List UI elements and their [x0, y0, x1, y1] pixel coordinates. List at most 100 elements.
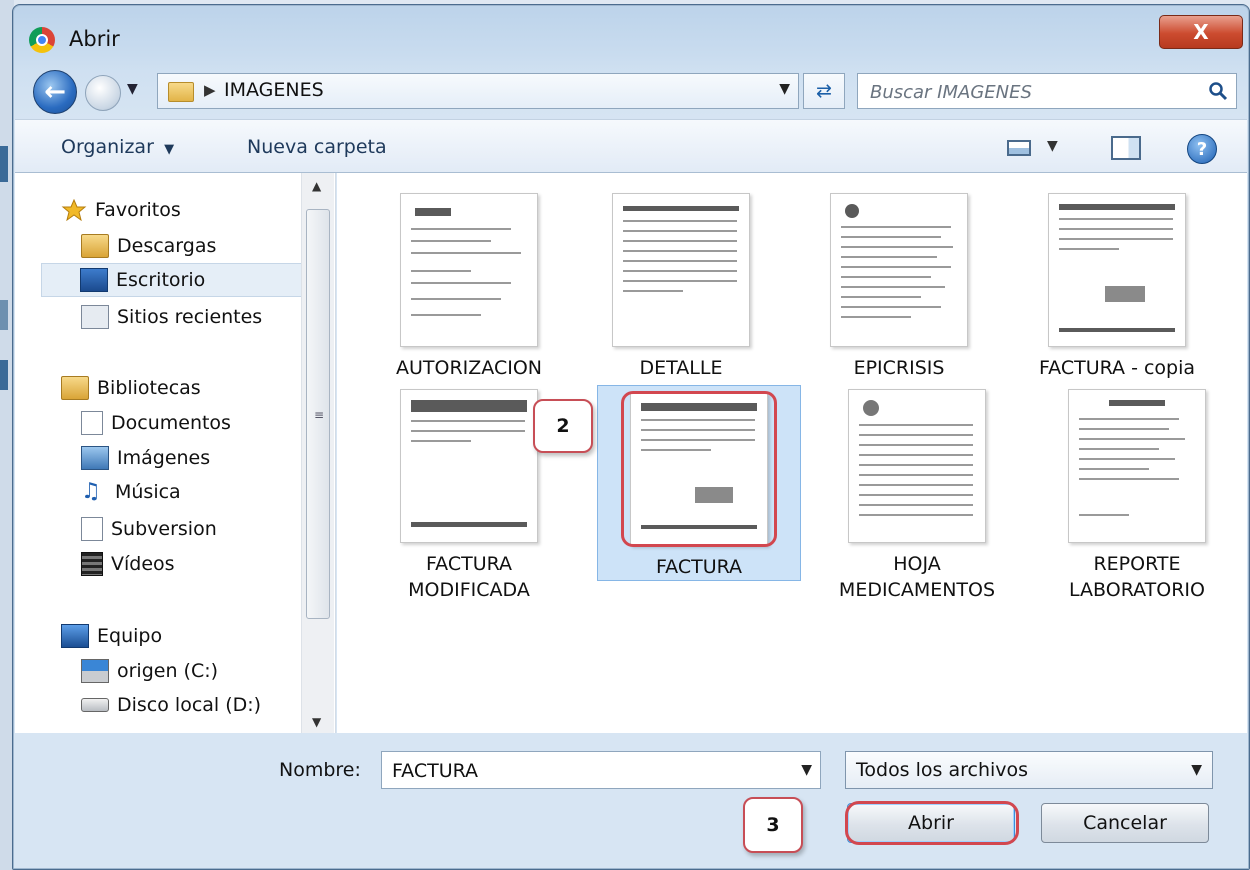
back-arrow-icon: ← — [44, 77, 66, 107]
step-callout-2: 2 — [533, 399, 593, 453]
sidebar-item-label: Vídeos — [111, 553, 175, 575]
cancel-button[interactable]: Cancelar — [1041, 803, 1209, 843]
organize-label: Organizar — [61, 136, 154, 158]
sidebar-item-drive-c[interactable]: origen (C:) — [81, 659, 218, 683]
forward-button[interactable] — [85, 75, 121, 111]
change-view-icon[interactable] — [1007, 140, 1031, 156]
libraries-icon — [61, 376, 89, 400]
file-name-line: FACTURA — [425, 553, 513, 575]
sidebar-item-descargas[interactable]: Descargas — [81, 234, 216, 258]
title-bar: Abrir X — [13, 5, 1249, 65]
file-item-reporte-laboratorio[interactable]: REPORTE LABORATORIO — [1037, 389, 1237, 603]
sidebar-item-label: Subversion — [111, 518, 217, 540]
highlight-ring — [621, 391, 777, 547]
computer-icon — [61, 624, 89, 648]
open-file-dialog: Abrir X ← ▼ ▶ IMAGENES ▼ ⇄ Organizar ▼ — [12, 4, 1250, 870]
close-button[interactable]: X — [1159, 15, 1243, 49]
file-name: FACTURA - copia — [1038, 357, 1196, 379]
scroll-down-arrow-icon[interactable]: ▼ — [312, 715, 321, 729]
sidebar-item-documentos[interactable]: Documentos — [81, 411, 231, 435]
file-item-detalle[interactable]: DETALLE — [581, 193, 781, 381]
sidebar-item-drive-d[interactable]: Disco local (D:) — [81, 694, 261, 716]
file-item-epicrisis[interactable]: EPICRISIS — [799, 193, 999, 381]
scrollbar-thumb[interactable]: ≡ — [306, 209, 330, 619]
sidebar-item-favoritos[interactable]: Favoritos — [61, 199, 181, 221]
view-options-chevron-icon[interactable]: ▼ — [1047, 138, 1058, 154]
file-name-line: REPORTE — [1093, 553, 1181, 575]
pictures-icon — [81, 446, 109, 470]
chevron-down-icon[interactable]: ▼ — [801, 762, 812, 778]
help-icon[interactable]: ? — [1187, 134, 1217, 164]
sidebar-item-bibliotecas[interactable]: Bibliotecas — [61, 376, 201, 400]
file-item-factura-copia[interactable]: FACTURA - copia — [1017, 193, 1217, 381]
scroll-up-arrow-icon[interactable]: ▲ — [312, 179, 321, 193]
step-callout-3: 3 — [743, 797, 803, 853]
sidebar-item-equipo[interactable]: Equipo — [61, 624, 162, 648]
address-dropdown-icon[interactable]: ▼ — [779, 81, 790, 97]
file-name-line: MODIFICADA — [408, 579, 530, 601]
film-icon — [81, 552, 103, 576]
sidebar-item-videos[interactable]: Vídeos — [81, 552, 175, 576]
desktop-icon — [80, 268, 108, 292]
search-input[interactable] — [868, 78, 1192, 106]
file-name-input[interactable] — [390, 758, 784, 784]
file-name: FACTURA — [655, 556, 743, 578]
refresh-button[interactable]: ⇄ — [803, 73, 845, 109]
file-name: AUTORIZACION — [396, 357, 542, 379]
highlight-ring — [845, 801, 1019, 845]
sidebar-item-sitios-recientes[interactable]: Sitios recientes — [81, 305, 262, 329]
address-bar[interactable]: ▶ IMAGENES ▼ — [157, 73, 799, 109]
search-icon[interactable] — [1208, 81, 1228, 101]
new-folder-button[interactable]: Nueva carpeta — [247, 136, 387, 158]
refresh-icon: ⇄ — [816, 80, 832, 102]
star-icon — [61, 199, 87, 221]
sidebar-item-escritorio[interactable]: Escritorio — [41, 263, 309, 297]
sidebar-item-label: Disco local (D:) — [117, 694, 262, 716]
file-name: DETALLE — [639, 357, 723, 379]
file-name-field[interactable]: ▼ — [381, 751, 821, 789]
command-toolbar: Organizar ▼ Nueva carpeta ▼ ? — [15, 119, 1247, 173]
sidebar-item-label: origen (C:) — [117, 660, 219, 682]
breadcrumb-arrow-icon[interactable]: ▶ — [204, 81, 216, 99]
folder-icon — [168, 82, 194, 102]
document-thumbnail — [612, 193, 750, 347]
back-button[interactable]: ← — [33, 70, 77, 114]
documents-icon — [81, 411, 103, 435]
bottom-bar: Nombre: ▼ Todos los archivos ▼ 3 Abrir C… — [15, 735, 1247, 865]
file-name: FACTURA MODIFICADA — [369, 551, 569, 603]
file-item-hoja-medicamentos[interactable]: HOJA MEDICAMENTOS — [817, 389, 1017, 603]
file-type-value: Todos los archivos — [856, 759, 1029, 781]
file-name-line: HOJA — [893, 553, 941, 575]
file-item-autorizacion[interactable]: AUTORIZACION — [369, 193, 569, 381]
background-strip — [0, 300, 8, 330]
navigation-pane: Favoritos Descargas Escritorio Sitios re… — [15, 173, 336, 733]
file-name-line: MEDICAMENTOS — [838, 579, 996, 601]
system-drive-icon — [81, 659, 109, 683]
sidebar-item-imagenes[interactable]: Imágenes — [81, 446, 210, 470]
sidebar-item-label: Bibliotecas — [97, 377, 201, 399]
dialog-title: Abrir — [69, 27, 120, 51]
file-name-line: LABORATORIO — [1069, 579, 1205, 601]
file-list-view: AUTORIZACION DETALLE EPICRISIS FACTURA -… — [337, 173, 1247, 733]
search-box[interactable] — [857, 73, 1237, 109]
breadcrumb-imagenes[interactable]: IMAGENES — [224, 79, 324, 101]
sidebar-scrollbar[interactable]: ▲ ≡ ▼ — [301, 173, 334, 733]
sidebar-item-label: Música — [115, 481, 181, 503]
sidebar-item-label: Favoritos — [95, 199, 181, 221]
document-thumbnail — [400, 193, 538, 347]
document-thumbnail — [1068, 389, 1206, 543]
document-thumbnail — [400, 389, 538, 543]
sidebar-item-musica[interactable]: ♫ Música — [81, 479, 181, 504]
sidebar-item-label: Documentos — [111, 412, 231, 434]
organize-menu-button[interactable]: Organizar ▼ — [61, 136, 174, 158]
preview-pane-icon[interactable] — [1111, 136, 1141, 160]
document-thumbnail — [1048, 193, 1186, 347]
music-note-icon: ♫ — [81, 479, 101, 504]
background-strip — [0, 146, 8, 182]
file-type-select[interactable]: Todos los archivos ▼ — [845, 751, 1213, 789]
chrome-icon — [29, 27, 55, 53]
sidebar-item-subversion[interactable]: Subversion — [81, 517, 217, 541]
document-thumbnail — [848, 389, 986, 543]
navigation-bar: ← ▼ ▶ IMAGENES ▼ ⇄ — [27, 67, 1237, 115]
recent-locations-chevron-icon[interactable]: ▼ — [127, 81, 138, 97]
